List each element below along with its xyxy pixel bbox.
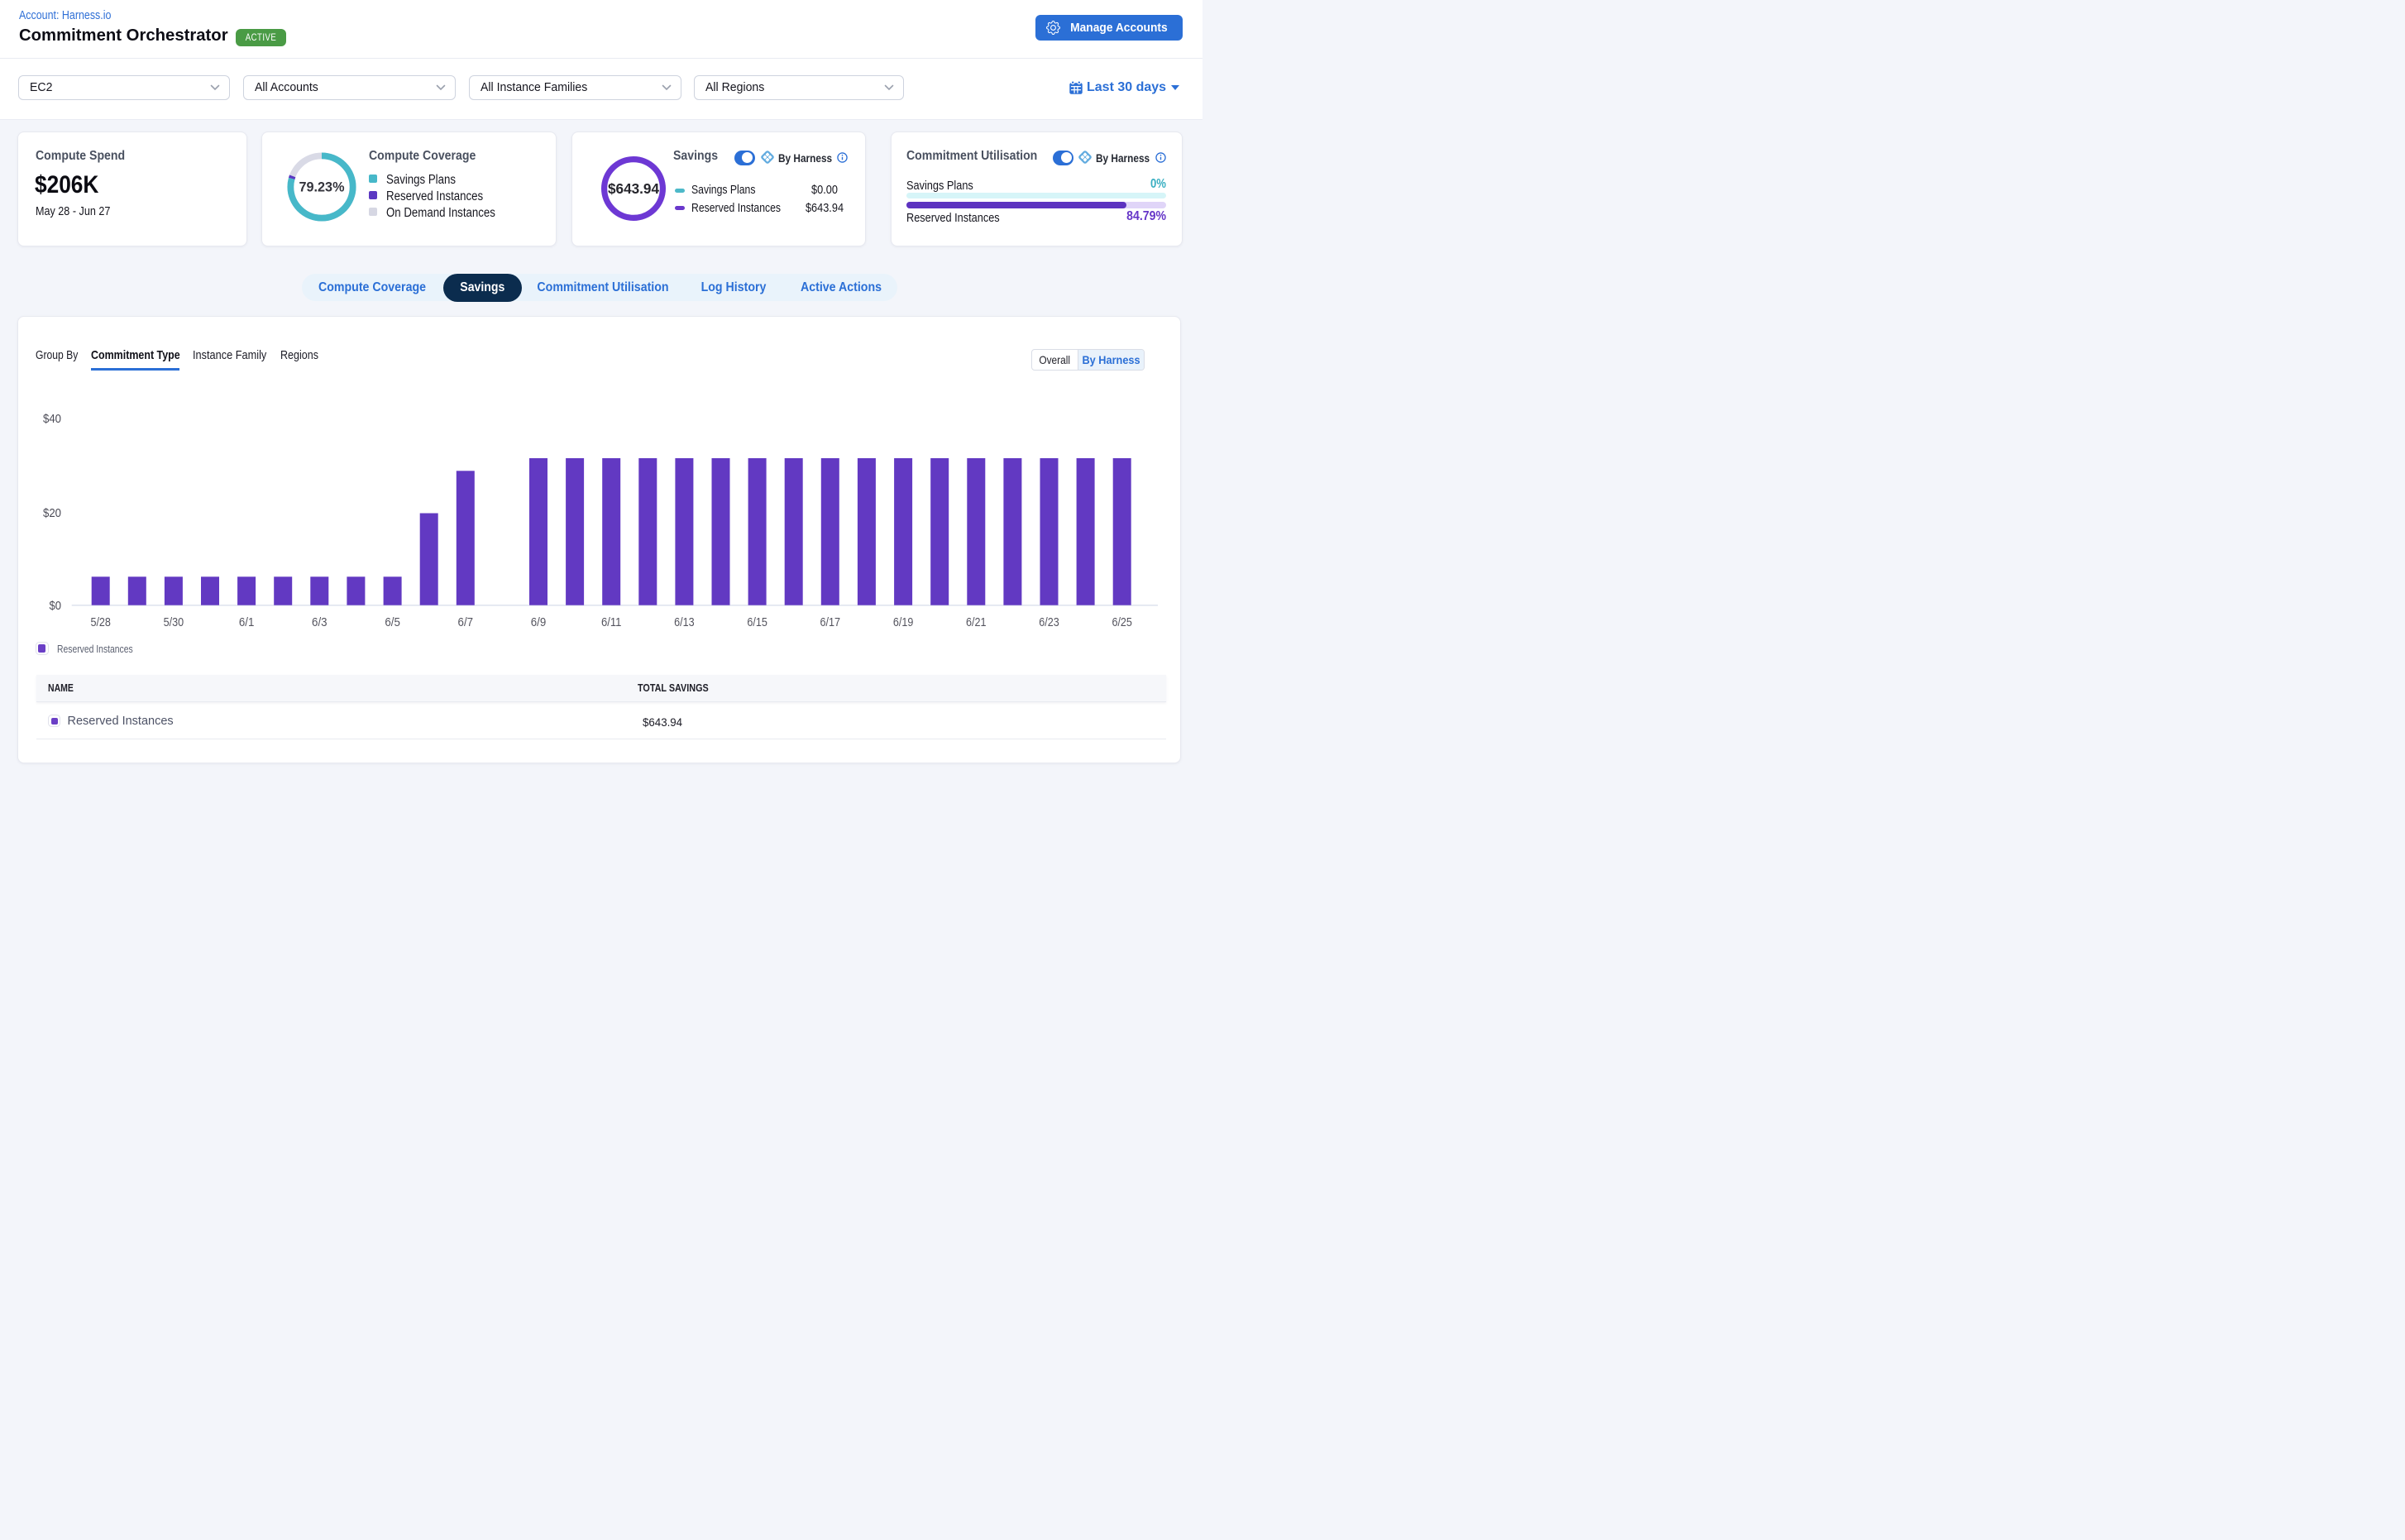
- svg-text:$40: $40: [43, 412, 61, 426]
- svg-text:6/21: 6/21: [966, 615, 987, 629]
- svg-text:6/7: 6/7: [458, 615, 474, 629]
- svg-text:6/3: 6/3: [312, 615, 328, 629]
- svg-text:6/17: 6/17: [820, 615, 841, 629]
- svg-text:5/28: 5/28: [90, 615, 111, 629]
- svg-text:6/5: 6/5: [385, 615, 400, 629]
- svg-text:6/9: 6/9: [531, 615, 547, 629]
- svg-text:6/23: 6/23: [1039, 615, 1059, 629]
- svg-text:6/1: 6/1: [239, 615, 255, 629]
- svg-text:$0: $0: [50, 599, 62, 613]
- svg-text:5/30: 5/30: [164, 615, 184, 629]
- svg-text:6/19: 6/19: [893, 615, 914, 629]
- svg-text:6/25: 6/25: [1112, 615, 1132, 629]
- svg-text:6/13: 6/13: [674, 615, 695, 629]
- svg-text:6/15: 6/15: [747, 615, 767, 629]
- svg-text:$20: $20: [43, 506, 61, 520]
- svg-text:6/11: 6/11: [601, 615, 622, 629]
